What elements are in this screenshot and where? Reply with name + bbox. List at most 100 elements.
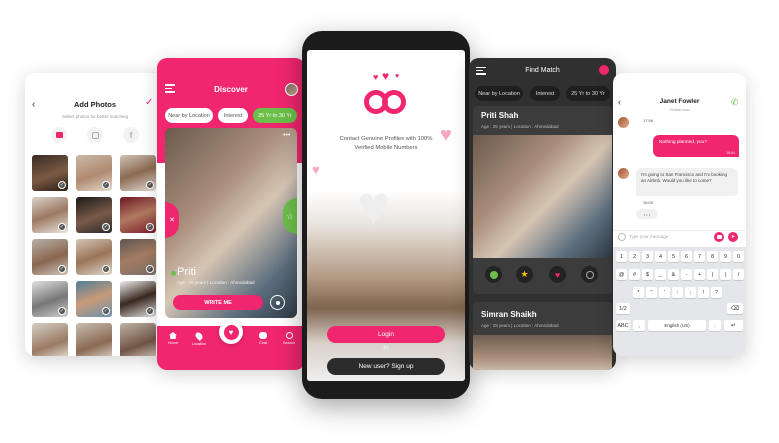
compass-button[interactable] bbox=[270, 295, 285, 310]
instagram-source-button[interactable] bbox=[87, 127, 103, 143]
keyboard-key[interactable]: * bbox=[633, 287, 644, 298]
phone-call-icon[interactable]: ✆ bbox=[731, 97, 739, 108]
photo-tile[interactable]: ✓ bbox=[76, 197, 112, 233]
star-action-button[interactable]: ★ bbox=[516, 266, 533, 283]
keyboard-key[interactable]: 2 bbox=[629, 251, 640, 262]
contact-avatar bbox=[618, 168, 629, 179]
keyboard-key[interactable]: 6 bbox=[681, 251, 692, 262]
message-input[interactable]: Type your message bbox=[629, 234, 668, 239]
keyboard-key[interactable]: & bbox=[668, 269, 679, 280]
photo-tile[interactable] bbox=[76, 323, 112, 356]
send-button[interactable]: ➤ bbox=[728, 232, 738, 242]
keyboard-key[interactable]: 0 bbox=[733, 251, 744, 262]
card-name: Priti Shah bbox=[481, 111, 519, 120]
nav-item-chat[interactable]: Chat bbox=[251, 332, 275, 345]
emoji-icon[interactable] bbox=[618, 233, 626, 241]
gallery-source-button[interactable] bbox=[51, 127, 67, 143]
filter-chip-location[interactable]: Near by Location bbox=[165, 108, 213, 123]
card-meta: Age : 25 years | Location : Ahmedabad bbox=[481, 323, 559, 328]
photo-tile[interactable]: ✓ bbox=[76, 239, 112, 275]
key-backspace[interactable]: ⌫ bbox=[727, 303, 743, 314]
facebook-source-button[interactable]: f bbox=[123, 127, 139, 143]
keyboard-key[interactable]: 8 bbox=[707, 251, 718, 262]
keyboard-key[interactable]: : bbox=[672, 287, 683, 298]
filter-chip-interest[interactable]: Interest bbox=[218, 108, 248, 123]
profile-meta: Age : 25 years | Location : Ahmedabad bbox=[177, 280, 255, 285]
favorite-button[interactable]: ☆ bbox=[283, 198, 297, 234]
login-button[interactable]: Login bbox=[327, 326, 445, 343]
profile-card[interactable] bbox=[165, 128, 297, 318]
keyboard-key[interactable]: + bbox=[694, 269, 705, 280]
photo-tile[interactable]: ✓ bbox=[76, 155, 112, 191]
online-dot bbox=[171, 271, 176, 276]
nav-item-location[interactable]: Location bbox=[187, 331, 211, 346]
chat-bubble-icon bbox=[489, 270, 498, 279]
photo-tile[interactable]: ✓ bbox=[76, 281, 112, 317]
keyboard-key[interactable]: ! bbox=[698, 287, 709, 298]
camera-icon bbox=[716, 235, 722, 239]
key-comma[interactable]: , bbox=[633, 320, 645, 331]
keyboard-key[interactable]: $ bbox=[642, 269, 653, 280]
photo-tile[interactable]: ✓ bbox=[120, 281, 156, 317]
photo-tile[interactable]: ✓ bbox=[32, 197, 68, 233]
filter-chip-location[interactable]: Near by Location bbox=[475, 86, 523, 101]
floating-heart-icon: ♥ bbox=[440, 124, 452, 146]
chat-action-button[interactable] bbox=[485, 266, 502, 283]
keyboard-key[interactable]: - bbox=[681, 269, 692, 280]
keyboard-key[interactable]: ( bbox=[707, 269, 718, 280]
keyboard-key[interactable]: @ bbox=[616, 269, 627, 280]
block-action-button[interactable] bbox=[581, 266, 598, 283]
photo-tile[interactable] bbox=[32, 323, 68, 356]
key-enter[interactable]: ↵ bbox=[724, 320, 743, 331]
keyboard-key[interactable]: ) bbox=[720, 269, 731, 280]
photo-tile[interactable]: ✓ bbox=[32, 239, 68, 275]
check-icon: ✓ bbox=[58, 181, 66, 189]
outgoing-message-text: Nothing planned, you? bbox=[659, 140, 708, 145]
keyboard-key[interactable]: 5 bbox=[668, 251, 679, 262]
keyboard-key[interactable]: / bbox=[733, 269, 744, 280]
write-me-button[interactable]: WRITE ME bbox=[173, 295, 263, 310]
nav-item-home[interactable]: Home bbox=[161, 332, 185, 345]
login-label: Login bbox=[378, 331, 394, 338]
key-abc[interactable]: ABC bbox=[616, 320, 630, 331]
keyboard-key[interactable]: _ bbox=[655, 269, 666, 280]
key-period[interactable]: . bbox=[709, 320, 721, 331]
filter-chip-interest[interactable]: Interest bbox=[530, 86, 560, 101]
attach-button[interactable] bbox=[714, 232, 724, 242]
keyboard-key[interactable]: ? bbox=[711, 287, 722, 298]
check-icon: ✓ bbox=[102, 181, 110, 189]
keyboard-key[interactable]: ' bbox=[659, 287, 670, 298]
photo-tile[interactable]: ✓ bbox=[32, 155, 68, 191]
photo-tile[interactable]: ✓ bbox=[120, 155, 156, 191]
chat-icon bbox=[259, 332, 267, 339]
check-icon: ✓ bbox=[146, 265, 154, 273]
keyboard-key[interactable]: ; bbox=[685, 287, 696, 298]
keyboard-key[interactable]: 9 bbox=[720, 251, 731, 262]
key-symbols-page[interactable]: 1/2 bbox=[616, 303, 630, 314]
nav-item-search[interactable]: Search bbox=[277, 332, 301, 345]
photo-tile[interactable] bbox=[120, 323, 156, 356]
keyboard-key[interactable]: " bbox=[646, 287, 657, 298]
page-title: Discover bbox=[214, 85, 248, 94]
profile-icon[interactable] bbox=[599, 65, 609, 75]
keyboard-key[interactable]: 1 bbox=[616, 251, 627, 262]
keyboard-key[interactable]: 4 bbox=[655, 251, 666, 262]
key-space[interactable]: English (US) bbox=[648, 320, 706, 331]
signup-button[interactable]: New user? Sign up bbox=[327, 358, 445, 375]
done-check-icon[interactable]: ✓ bbox=[145, 97, 153, 108]
heart-action-button[interactable]: ♥ bbox=[549, 266, 566, 283]
more-options-icon[interactable]: ••• bbox=[283, 132, 290, 139]
keyboard-key[interactable]: # bbox=[629, 269, 640, 280]
keyboard-key[interactable]: 7 bbox=[694, 251, 705, 262]
message-time: 18:05 bbox=[643, 200, 654, 205]
match-heart-button[interactable]: ♥ bbox=[219, 320, 243, 344]
filter-chip-age[interactable]: 25 Yr to 30 Yr bbox=[253, 108, 297, 123]
photo-tile[interactable]: ✓ bbox=[120, 197, 156, 233]
or-divider: or bbox=[383, 345, 389, 351]
photo-tile[interactable]: ✓ bbox=[120, 239, 156, 275]
filter-chip-age[interactable]: 25 Yr to 30 Yr bbox=[566, 86, 610, 101]
keyboard-key[interactable]: 3 bbox=[642, 251, 653, 262]
home-icon bbox=[169, 332, 177, 339]
avatar[interactable] bbox=[285, 83, 298, 96]
photo-tile[interactable]: ✓ bbox=[32, 281, 68, 317]
